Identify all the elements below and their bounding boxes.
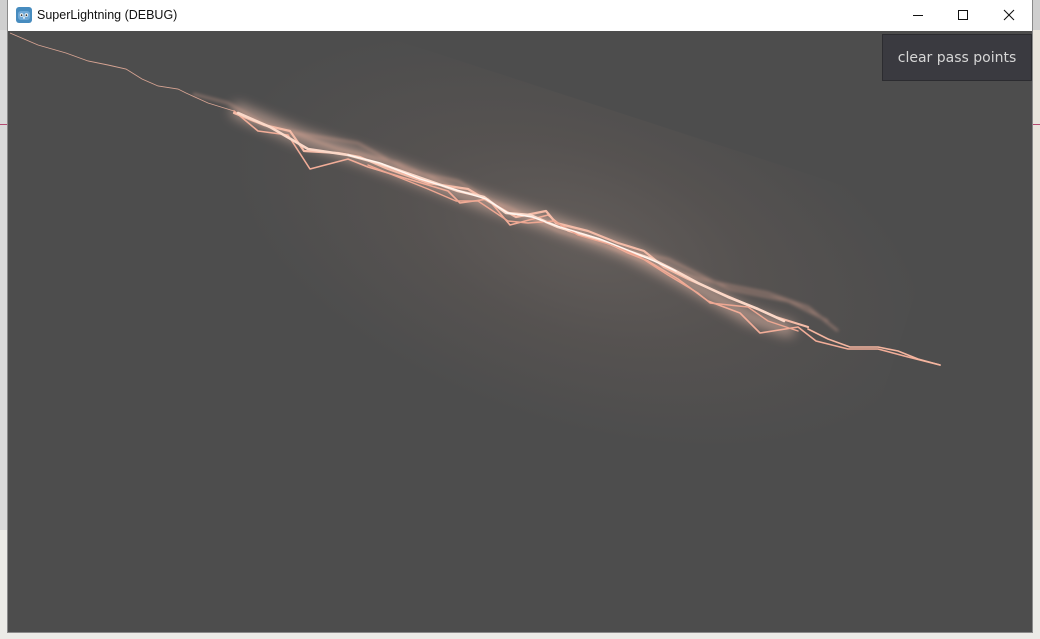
minimize-button[interactable] [895, 0, 941, 30]
bolt-end [807, 328, 941, 366]
godot-engine-icon [16, 7, 32, 23]
close-button[interactable] [986, 0, 1032, 30]
lightning-bolt [9, 32, 941, 366]
close-icon [1003, 9, 1015, 21]
maximize-icon [958, 10, 968, 20]
title-bar[interactable]: SuperLightning (DEBUG) [8, 0, 1032, 30]
background-accent-line [1032, 124, 1040, 125]
window-title: SuperLightning (DEBUG) [37, 8, 178, 22]
maximize-button[interactable] [940, 0, 986, 30]
minimize-icon [913, 15, 923, 16]
app-window: SuperLightning (DEBUG) clear pass points [8, 0, 1032, 632]
game-viewport[interactable]: clear pass points [8, 31, 1032, 632]
bolt-tail [9, 32, 235, 112]
clear-pass-points-button[interactable]: clear pass points [882, 34, 1032, 81]
background-accent-line [0, 124, 8, 125]
